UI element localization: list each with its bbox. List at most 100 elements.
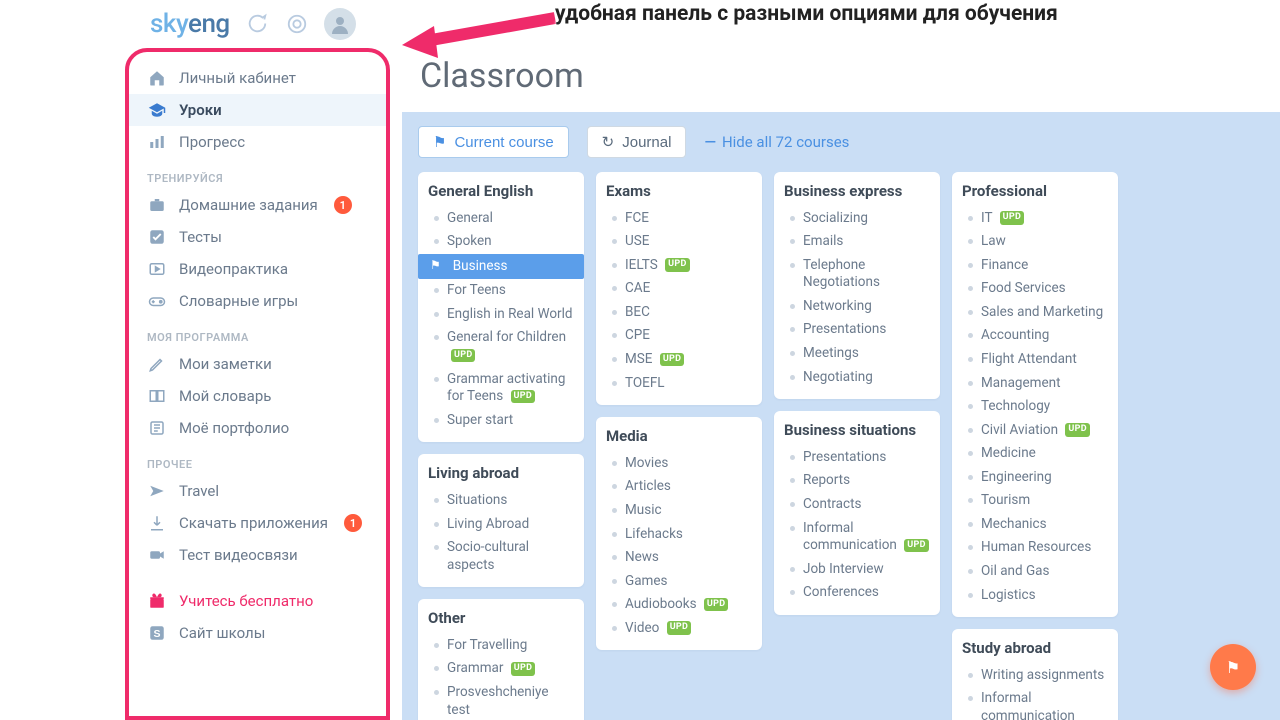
hide-all-link[interactable]: Hide all 72 courses [704, 133, 849, 151]
fab-button[interactable]: ⚑ [1210, 644, 1256, 690]
course-item[interactable]: BEC [606, 301, 752, 325]
course-item-label: Meetings [803, 345, 859, 363]
sidebar-item[interactable]: Словарные игры [129, 285, 386, 317]
course-item[interactable]: USE [606, 230, 752, 254]
course-item[interactable]: Music [606, 499, 752, 523]
course-item[interactable]: IT UPD [962, 207, 1108, 231]
course-item-label: Games [625, 573, 668, 591]
course-item[interactable]: For Travelling [428, 634, 574, 658]
course-item[interactable]: FCE [606, 207, 752, 231]
course-item[interactable]: MSE UPD [606, 348, 752, 372]
course-item[interactable]: Socializing [784, 207, 930, 231]
course-item[interactable]: IELTS UPD [606, 254, 752, 278]
course-item[interactable]: Writing assignments [962, 664, 1108, 688]
sidebar-item[interactable]: Прогресс [129, 126, 386, 158]
course-item[interactable]: Presentations [784, 446, 930, 470]
course-item[interactable]: Games [606, 570, 752, 594]
sidebar-item[interactable]: Мои заметки [129, 348, 386, 380]
course-item[interactable]: Human Resources [962, 536, 1108, 560]
folder-icon [147, 419, 167, 437]
course-item[interactable]: Flight Attendant [962, 348, 1108, 372]
course-item[interactable]: Contracts [784, 493, 930, 517]
course-item[interactable]: Lifehacks [606, 523, 752, 547]
history-icon: ↻ [602, 133, 615, 151]
course-item[interactable]: Mechanics [962, 513, 1108, 537]
course-item[interactable]: Spoken [428, 230, 574, 254]
bullet-icon [968, 216, 973, 221]
sidebar-item[interactable]: Видеопрактика [129, 253, 386, 285]
course-item[interactable]: Video UPD [606, 617, 752, 641]
course-item[interactable]: Oil and Gas [962, 560, 1108, 584]
course-item[interactable]: Presentations [784, 318, 930, 342]
course-item[interactable]: Law [962, 230, 1108, 254]
course-item-label: Video UPD [625, 620, 691, 638]
course-item[interactable]: General for Children UPD [428, 326, 574, 367]
bullet-icon [968, 404, 973, 409]
course-item[interactable]: Audiobooks UPD [606, 593, 752, 617]
sidebar-item[interactable]: Личный кабинет [129, 62, 386, 94]
course-item[interactable]: News [606, 546, 752, 570]
course-item[interactable]: Accounting [962, 324, 1108, 348]
sidebar-item[interactable]: Уроки [129, 94, 386, 126]
course-item[interactable]: General [428, 207, 574, 231]
sidebar-item[interactable]: Скачать приложения1 [129, 507, 386, 539]
sidebar-item[interactable]: Моё портфолио [129, 412, 386, 444]
course-item-label: Oil and Gas [981, 563, 1049, 581]
bullet-icon [434, 216, 439, 221]
sidebar-item[interactable]: Учитесь бесплатно [129, 585, 386, 617]
sidebar-item[interactable]: Тест видеосвязи [129, 539, 386, 571]
course-item[interactable]: Engineering [962, 466, 1108, 490]
course-item[interactable]: Meetings [784, 342, 930, 366]
course-item-label: Telephone Negotiations [803, 257, 930, 292]
current-course-button[interactable]: ⚑ Current course [418, 126, 569, 158]
course-item[interactable]: CAE [606, 277, 752, 301]
course-item[interactable]: Conferences [784, 581, 930, 605]
logo[interactable]: skyeng [150, 9, 230, 39]
avatar[interactable] [324, 8, 356, 40]
course-item[interactable]: Medicine [962, 442, 1108, 466]
course-item[interactable]: Networking [784, 295, 930, 319]
course-item[interactable]: TOEFL [606, 372, 752, 396]
chat-icon[interactable] [244, 11, 270, 37]
sidebar-item[interactable]: SСайт школы [129, 617, 386, 649]
course-item[interactable]: For Teens [428, 279, 574, 303]
course-item[interactable]: Finance [962, 254, 1108, 278]
journal-button[interactable]: ↻ Journal [587, 126, 687, 158]
course-item-label: Mechanics [981, 516, 1047, 534]
bullet-icon [968, 593, 973, 598]
sidebar-item[interactable]: Мой словарь [129, 380, 386, 412]
sidebar-item[interactable]: Тесты [129, 221, 386, 253]
sidebar-item[interactable]: Домашние задания1 [129, 189, 386, 221]
course-item[interactable]: Living Abroad [428, 513, 574, 537]
course-item[interactable]: Tourism [962, 489, 1108, 513]
course-item[interactable]: Situations [428, 489, 574, 513]
course-item[interactable]: Informal communication UPD [784, 517, 930, 558]
course-item[interactable]: Job Interview [784, 558, 930, 582]
help-icon[interactable] [284, 11, 310, 37]
course-item[interactable]: English in Real World [428, 303, 574, 327]
course-item[interactable]: Prosveshcheniye test [428, 681, 574, 720]
course-item[interactable]: Telephone Negotiations [784, 254, 930, 295]
bullet-icon [968, 522, 973, 527]
course-item[interactable]: Food Services [962, 277, 1108, 301]
course-item[interactable]: Informal communication [962, 687, 1108, 720]
course-item[interactable]: Articles [606, 475, 752, 499]
course-columns: General EnglishGeneralSpokenBusinessFor … [418, 172, 1264, 720]
course-item[interactable]: Movies [606, 452, 752, 476]
course-item[interactable]: Super start [428, 409, 574, 433]
course-item[interactable]: Grammar UPD [428, 657, 574, 681]
course-item[interactable]: Management [962, 372, 1108, 396]
course-item[interactable]: Business [418, 254, 584, 280]
course-item[interactable]: Negotiating [784, 366, 930, 390]
course-item[interactable]: Emails [784, 230, 930, 254]
course-list: PresentationsReportsContractsInformal co… [784, 446, 930, 605]
course-item[interactable]: Civil Aviation UPD [962, 419, 1108, 443]
course-item[interactable]: Reports [784, 469, 930, 493]
course-item[interactable]: Socio-cultural aspects [428, 536, 574, 577]
course-item[interactable]: CPE [606, 324, 752, 348]
course-item[interactable]: Technology [962, 395, 1108, 419]
course-item[interactable]: Sales and Marketing [962, 301, 1108, 325]
course-item[interactable]: Grammar activating for Teens UPD [428, 368, 574, 409]
sidebar-item[interactable]: Travel [129, 475, 386, 507]
course-item[interactable]: Logistics [962, 584, 1108, 608]
